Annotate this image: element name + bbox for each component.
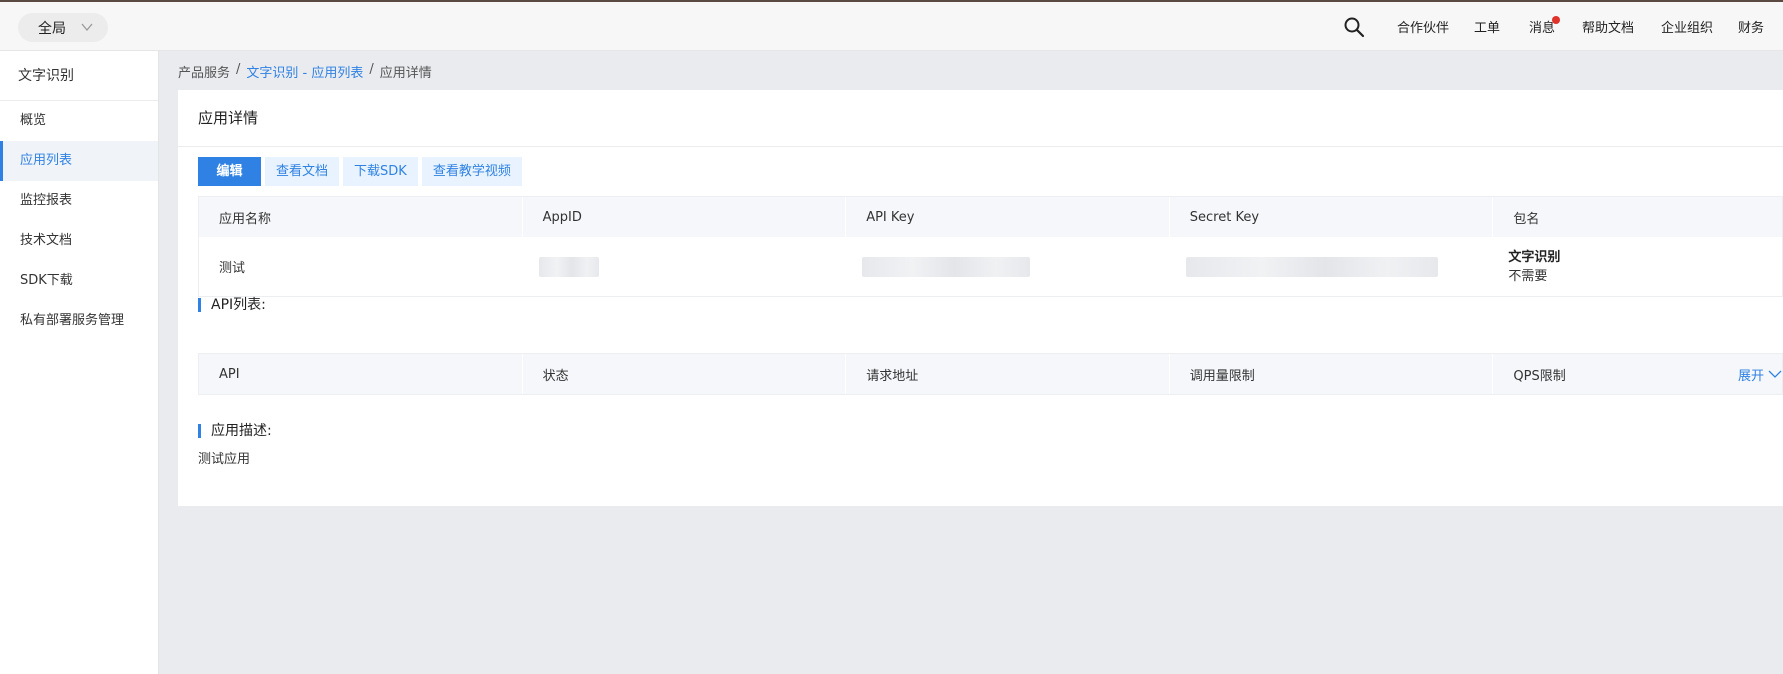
chevron-down-icon xyxy=(81,23,93,32)
header-appid: AppID xyxy=(523,197,847,237)
header-secret-key: Secret Key xyxy=(1170,197,1494,237)
app-info-table: 应用名称 AppID API Key Secret Key 包名 测试 文字识别… xyxy=(198,196,1783,297)
api-list-table: API 状态 请求地址 调用量限制 QPS限制 展开 xyxy=(198,353,1783,395)
nav-organization[interactable]: 企业组织 xyxy=(1661,2,1713,51)
sidebar-item-sdk-download[interactable]: SDK下载 xyxy=(0,261,158,301)
cell-appid xyxy=(523,237,847,296)
breadcrumb-root[interactable]: 产品服务 xyxy=(178,62,230,81)
app-description: 测试应用 xyxy=(198,452,251,467)
nav-partners[interactable]: 合作伙伴 xyxy=(1397,2,1449,51)
header-call-limit: 调用量限制 xyxy=(1170,354,1494,394)
breadcrumb: 产品服务 / 文字识别 - 应用列表 / 应用详情 xyxy=(178,62,432,81)
table-header: 应用名称 AppID API Key Secret Key 包名 xyxy=(199,197,1782,237)
header-api: API xyxy=(199,354,523,394)
sidebar-item-tech-docs[interactable]: 技术文档 xyxy=(0,221,158,261)
sidebar: 文字识别 概览 应用列表 监控报表 技术文档 SDK下载 私有部署服务管理 xyxy=(0,51,159,674)
sidebar-item-app-list[interactable]: 应用列表 xyxy=(0,141,158,181)
page-title: 应用详情 xyxy=(198,109,259,127)
breadcrumb-current: 应用详情 xyxy=(379,66,432,81)
cell-secret-key xyxy=(1170,237,1494,296)
sidebar-item-private-deploy[interactable]: 私有部署服务管理 xyxy=(0,301,158,341)
table-header: API 状态 请求地址 调用量限制 QPS限制 展开 xyxy=(199,354,1782,394)
header-app-name: 应用名称 xyxy=(199,197,523,237)
view-docs-button[interactable]: 查看文档 xyxy=(265,157,340,186)
breadcrumb-separator: / xyxy=(236,62,241,77)
download-sdk-button[interactable]: 下载SDK xyxy=(343,157,418,186)
header-request-url: 请求地址 xyxy=(846,354,1170,394)
header-package-name: 包名 xyxy=(1513,211,1540,227)
breadcrumb-separator: / xyxy=(369,62,374,77)
action-buttons: 编辑 查看文档 下载SDK 查看教学视频 xyxy=(198,157,522,186)
sidebar-item-monitoring[interactable]: 监控报表 xyxy=(0,181,158,221)
expand-label: 展开 xyxy=(1737,368,1764,384)
search-icon[interactable] xyxy=(1343,16,1365,38)
sidebar-item-overview[interactable]: 概览 xyxy=(0,101,158,141)
cell-app-name: 测试 xyxy=(219,261,246,276)
divider xyxy=(178,146,1783,147)
top-bar: 全局 合作伙伴 工单 消息 帮助文档 企业组织 财务 xyxy=(0,2,1783,51)
scope-selector[interactable]: 全局 xyxy=(18,13,108,42)
nav-finance[interactable]: 财务 xyxy=(1738,2,1764,51)
app-detail-card: 应用详情 编辑 查看文档 下载SDK 查看教学视频 应用名称 AppID API… xyxy=(178,90,1783,506)
expand-toggle[interactable]: 展开 xyxy=(1738,354,1782,394)
cell-package: 文字识别 不需要 xyxy=(1493,237,1782,296)
package-name: 文字识别 xyxy=(1508,249,1561,265)
header-status: 状态 xyxy=(523,354,847,394)
cell-api-key xyxy=(846,237,1170,296)
nav-help-docs[interactable]: 帮助文档 xyxy=(1582,2,1634,51)
redacted-secret-key xyxy=(1185,256,1438,277)
scope-label: 全局 xyxy=(38,20,66,37)
api-list-title: API列表: xyxy=(198,298,266,312)
redacted-appid xyxy=(538,256,599,277)
chevron-down-icon xyxy=(1768,370,1782,378)
sidebar-product-title: 文字识别 xyxy=(0,51,158,101)
notification-badge xyxy=(1552,16,1560,24)
header-api-key: API Key xyxy=(846,197,1170,237)
breadcrumb-app-list[interactable]: 文字识别 - 应用列表 xyxy=(246,62,363,81)
view-tutorial-video-button[interactable]: 查看教学视频 xyxy=(421,157,522,186)
package-value: 不需要 xyxy=(1508,268,1548,284)
nav-messages[interactable]: 消息 xyxy=(1529,2,1560,51)
edit-button[interactable]: 编辑 xyxy=(198,157,261,186)
nav-tickets[interactable]: 工单 xyxy=(1474,2,1500,51)
redacted-api-key xyxy=(862,256,1031,277)
app-description-title: 应用描述: xyxy=(198,424,272,438)
table-row: 测试 文字识别 不需要 xyxy=(199,237,1782,296)
